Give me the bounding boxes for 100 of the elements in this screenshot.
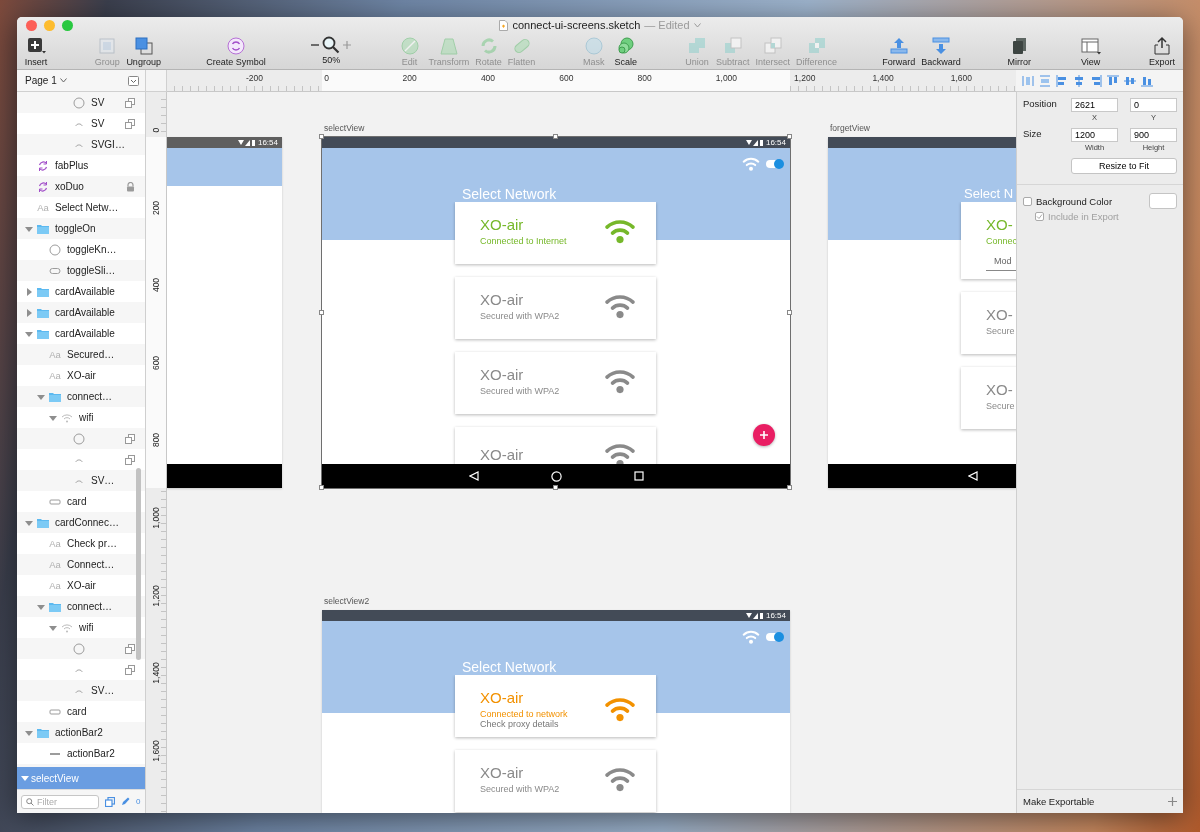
- layer-row[interactable]: toggleSli…: [17, 260, 145, 281]
- layer-row[interactable]: toggleOn: [17, 218, 145, 239]
- distribute-vertical-icon[interactable]: [1039, 74, 1051, 87]
- disclosure-triangle-icon[interactable]: [25, 287, 33, 296]
- disclosure-triangle-icon[interactable]: [25, 224, 33, 233]
- layer-row[interactable]: xoDuo: [17, 176, 145, 197]
- layer-row[interactable]: Aa XO-air: [17, 575, 145, 596]
- resize-handle[interactable]: [319, 134, 324, 139]
- disclosure-triangle-icon[interactable]: [49, 413, 57, 422]
- layer-row[interactable]: Aa Secured…: [17, 344, 145, 365]
- layer-row[interactable]: Aa Connect…: [17, 554, 145, 575]
- layer-row[interactable]: wifi: [17, 407, 145, 428]
- disclosure-triangle-icon[interactable]: [49, 623, 57, 632]
- width-field[interactable]: 1200: [1071, 128, 1118, 142]
- layer-row[interactable]: SV: [17, 113, 145, 134]
- layer-row[interactable]: cardConnec…: [17, 512, 145, 533]
- canvas[interactable]: [167, 92, 1016, 813]
- collapse-icon[interactable]: [128, 75, 139, 86]
- align-middle-icon[interactable]: [1124, 74, 1136, 87]
- align-right-icon[interactable]: [1090, 74, 1102, 87]
- align-top-icon[interactable]: [1107, 74, 1119, 87]
- distribute-horizontal-icon[interactable]: [1022, 74, 1034, 87]
- page-selector[interactable]: Page 1: [17, 70, 146, 92]
- network-card[interactable]: XO- Secure: [961, 367, 1016, 429]
- wifi-toggle[interactable]: [766, 633, 782, 641]
- disclosure-triangle-icon[interactable]: [25, 728, 33, 737]
- symbols-icon[interactable]: [105, 796, 115, 807]
- plus-icon[interactable]: [1168, 797, 1177, 806]
- artboard-name[interactable]: selectView2: [324, 596, 370, 606]
- layer-row[interactable]: SVGI…: [17, 134, 145, 155]
- layer-row[interactable]: SV…: [17, 470, 145, 491]
- add-button[interactable]: [753, 424, 775, 446]
- disclosure-triangle-icon[interactable]: [25, 308, 33, 317]
- layer-row[interactable]: cardAvailable: [17, 281, 145, 302]
- toolbar-button[interactable]: Scale: [612, 36, 639, 67]
- layer-row[interactable]: SV…: [17, 680, 145, 701]
- toolbar-button[interactable]: View: [1077, 36, 1104, 67]
- align-bottom-icon[interactable]: [1141, 74, 1153, 87]
- layer-row[interactable]: Aa Select Netw…: [17, 197, 145, 218]
- artboard-name[interactable]: selectView: [324, 123, 365, 133]
- align-center-icon[interactable]: [1073, 74, 1085, 87]
- disclosure-triangle-icon[interactable]: [37, 392, 45, 401]
- zoom-out-icon[interactable]: [311, 41, 320, 49]
- artboard-name[interactable]: forgetView: [830, 123, 870, 133]
- align-left-icon[interactable]: [1056, 74, 1068, 87]
- layer-row[interactable]: Aa Check pr…: [17, 533, 145, 554]
- zoom-level[interactable]: 50%: [322, 55, 341, 65]
- network-card[interactable]: XO- Secure: [961, 292, 1016, 354]
- scrollbar-thumb[interactable]: [136, 468, 141, 660]
- disclosure-triangle-icon[interactable]: [21, 774, 29, 782]
- back-icon[interactable]: [968, 471, 978, 481]
- color-swatch[interactable]: [1149, 193, 1177, 209]
- toolbar-button[interactable]: Export: [1148, 36, 1175, 67]
- disclosure-triangle-icon[interactable]: [25, 329, 33, 338]
- disclosure-triangle-icon[interactable]: [37, 602, 45, 611]
- layer-row[interactable]: connect…: [17, 596, 145, 617]
- toolbar-button[interactable]: Mirror: [1006, 36, 1033, 67]
- recents-icon[interactable]: [633, 471, 644, 481]
- toolbar-button[interactable]: Forward: [882, 36, 916, 67]
- network-card[interactable]: XO-air Secured with WPA2: [455, 277, 656, 339]
- layer-row[interactable]: cardAvailable: [17, 302, 145, 323]
- resize-handle[interactable]: [553, 134, 558, 139]
- height-field[interactable]: 900: [1130, 128, 1177, 142]
- maximize-button[interactable]: [62, 20, 73, 31]
- network-card[interactable]: XO-air: [455, 427, 656, 464]
- network-card[interactable]: XO-air Secured with WPA2: [455, 352, 656, 414]
- back-icon[interactable]: [468, 471, 479, 481]
- layer-row[interactable]: actionBar2: [17, 743, 145, 764]
- layer-row[interactable]: wifi: [17, 617, 145, 638]
- resize-handle[interactable]: [787, 485, 792, 490]
- resize-handle[interactable]: [319, 309, 324, 315]
- resize-handle[interactable]: [787, 309, 792, 315]
- layer-row[interactable]: actionBar2: [17, 722, 145, 743]
- zoom-in-icon[interactable]: [343, 41, 352, 49]
- resize-to-fit-button[interactable]: Resize to Fit: [1071, 158, 1177, 174]
- lock-icon[interactable]: [126, 181, 135, 192]
- resize-handle[interactable]: [553, 485, 558, 490]
- network-card[interactable]: XO-air Connected to network Check proxy details: [455, 675, 656, 737]
- pencil-icon[interactable]: [121, 797, 130, 806]
- layer-row[interactable]: card: [17, 491, 145, 512]
- layer-row[interactable]: cardAvailable: [17, 323, 145, 344]
- home-icon[interactable]: [550, 470, 562, 482]
- toolbar-button[interactable]: Ungroup: [126, 36, 161, 67]
- layer-row[interactable]: SV: [17, 92, 145, 113]
- position-y-field[interactable]: 0: [1130, 98, 1177, 112]
- network-card[interactable]: XO-air Secured with WPA2: [455, 750, 656, 812]
- checkbox[interactable]: [1023, 196, 1032, 206]
- wifi-toggle[interactable]: [766, 160, 782, 168]
- position-x-field[interactable]: 2621: [1071, 98, 1118, 112]
- layer-row[interactable]: connect…: [17, 386, 145, 407]
- chevron-down-icon[interactable]: [693, 22, 701, 28]
- toolbar-button[interactable]: Backward: [921, 36, 961, 67]
- network-card[interactable]: XO- Connec Mod: [961, 202, 1016, 279]
- resize-handle[interactable]: [319, 485, 324, 490]
- resize-handle[interactable]: [787, 134, 792, 139]
- layer-row[interactable]: toggleKn…: [17, 239, 145, 260]
- layer-row[interactable]: fabPlus: [17, 155, 145, 176]
- layer-row[interactable]: Aa XO-air: [17, 365, 145, 386]
- disclosure-triangle-icon[interactable]: [25, 518, 33, 527]
- toolbar-button[interactable]: Create Symbol: [206, 36, 266, 67]
